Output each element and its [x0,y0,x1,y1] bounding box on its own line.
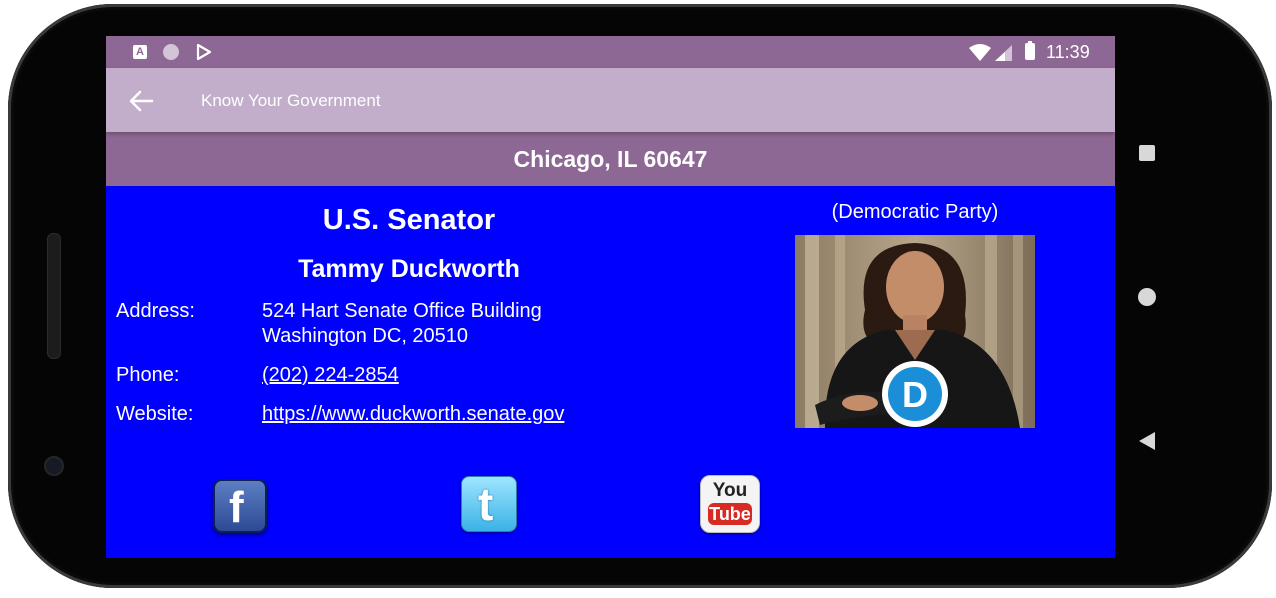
website-link[interactable]: https://www.duckworth.senate.gov [262,402,564,427]
arrow-left-icon [129,90,154,112]
youtube-icon-text-top: You [712,480,748,501]
cell-signal-icon [995,45,1012,61]
system-back-button[interactable] [1139,432,1155,450]
twitter-button[interactable]: t [461,476,517,532]
address-line-2: Washington DC, 20510 [262,325,469,347]
front-camera [44,456,64,476]
speaker-grill [47,233,61,359]
recents-button[interactable] [1139,145,1155,161]
address-line-1: 524 Hart Senate Office Building [262,300,542,322]
circle-icon [163,44,179,60]
office-title: U.S. Senator [322,204,496,236]
official-photo[interactable]: D [795,235,1035,428]
official-portrait: D [795,235,1035,428]
app-bar: Know Your Government [106,68,1115,132]
back-button[interactable] [120,84,164,118]
phone-link[interactable]: (202) 224-2854 [262,363,399,388]
facebook-icon: f [229,483,244,532]
wifi-icon [969,44,991,61]
home-button[interactable] [1138,288,1156,306]
twitter-icon: t [478,478,494,530]
party-badge-letter: D [902,374,928,415]
website-label: Website: [116,403,194,425]
facebook-button[interactable]: f [213,479,267,533]
location-header: Chicago, IL 60647 [106,132,1115,186]
clock: 11:39 [1046,42,1090,62]
phone-label: Phone: [116,364,180,386]
status-bar: A 11:39 [106,36,1115,68]
app-title: Know Your Government [201,91,381,110]
youtube-button[interactable]: You Tube [700,475,760,533]
party-label: (Democratic Party) [831,201,999,223]
address-label: Address: [116,300,195,322]
battery-icon [1025,41,1035,60]
play-store-icon [196,43,212,61]
official-detail: U.S. Senator Tammy Duckworth Address: 52… [106,186,1115,558]
screen: A 11:39 Know Your Government Chicago, IL… [106,36,1115,558]
notification-a-icon: A [133,45,147,59]
youtube-icon-text-bottom: Tube [708,503,752,525]
official-name: Tammy Duckworth [298,255,520,283]
